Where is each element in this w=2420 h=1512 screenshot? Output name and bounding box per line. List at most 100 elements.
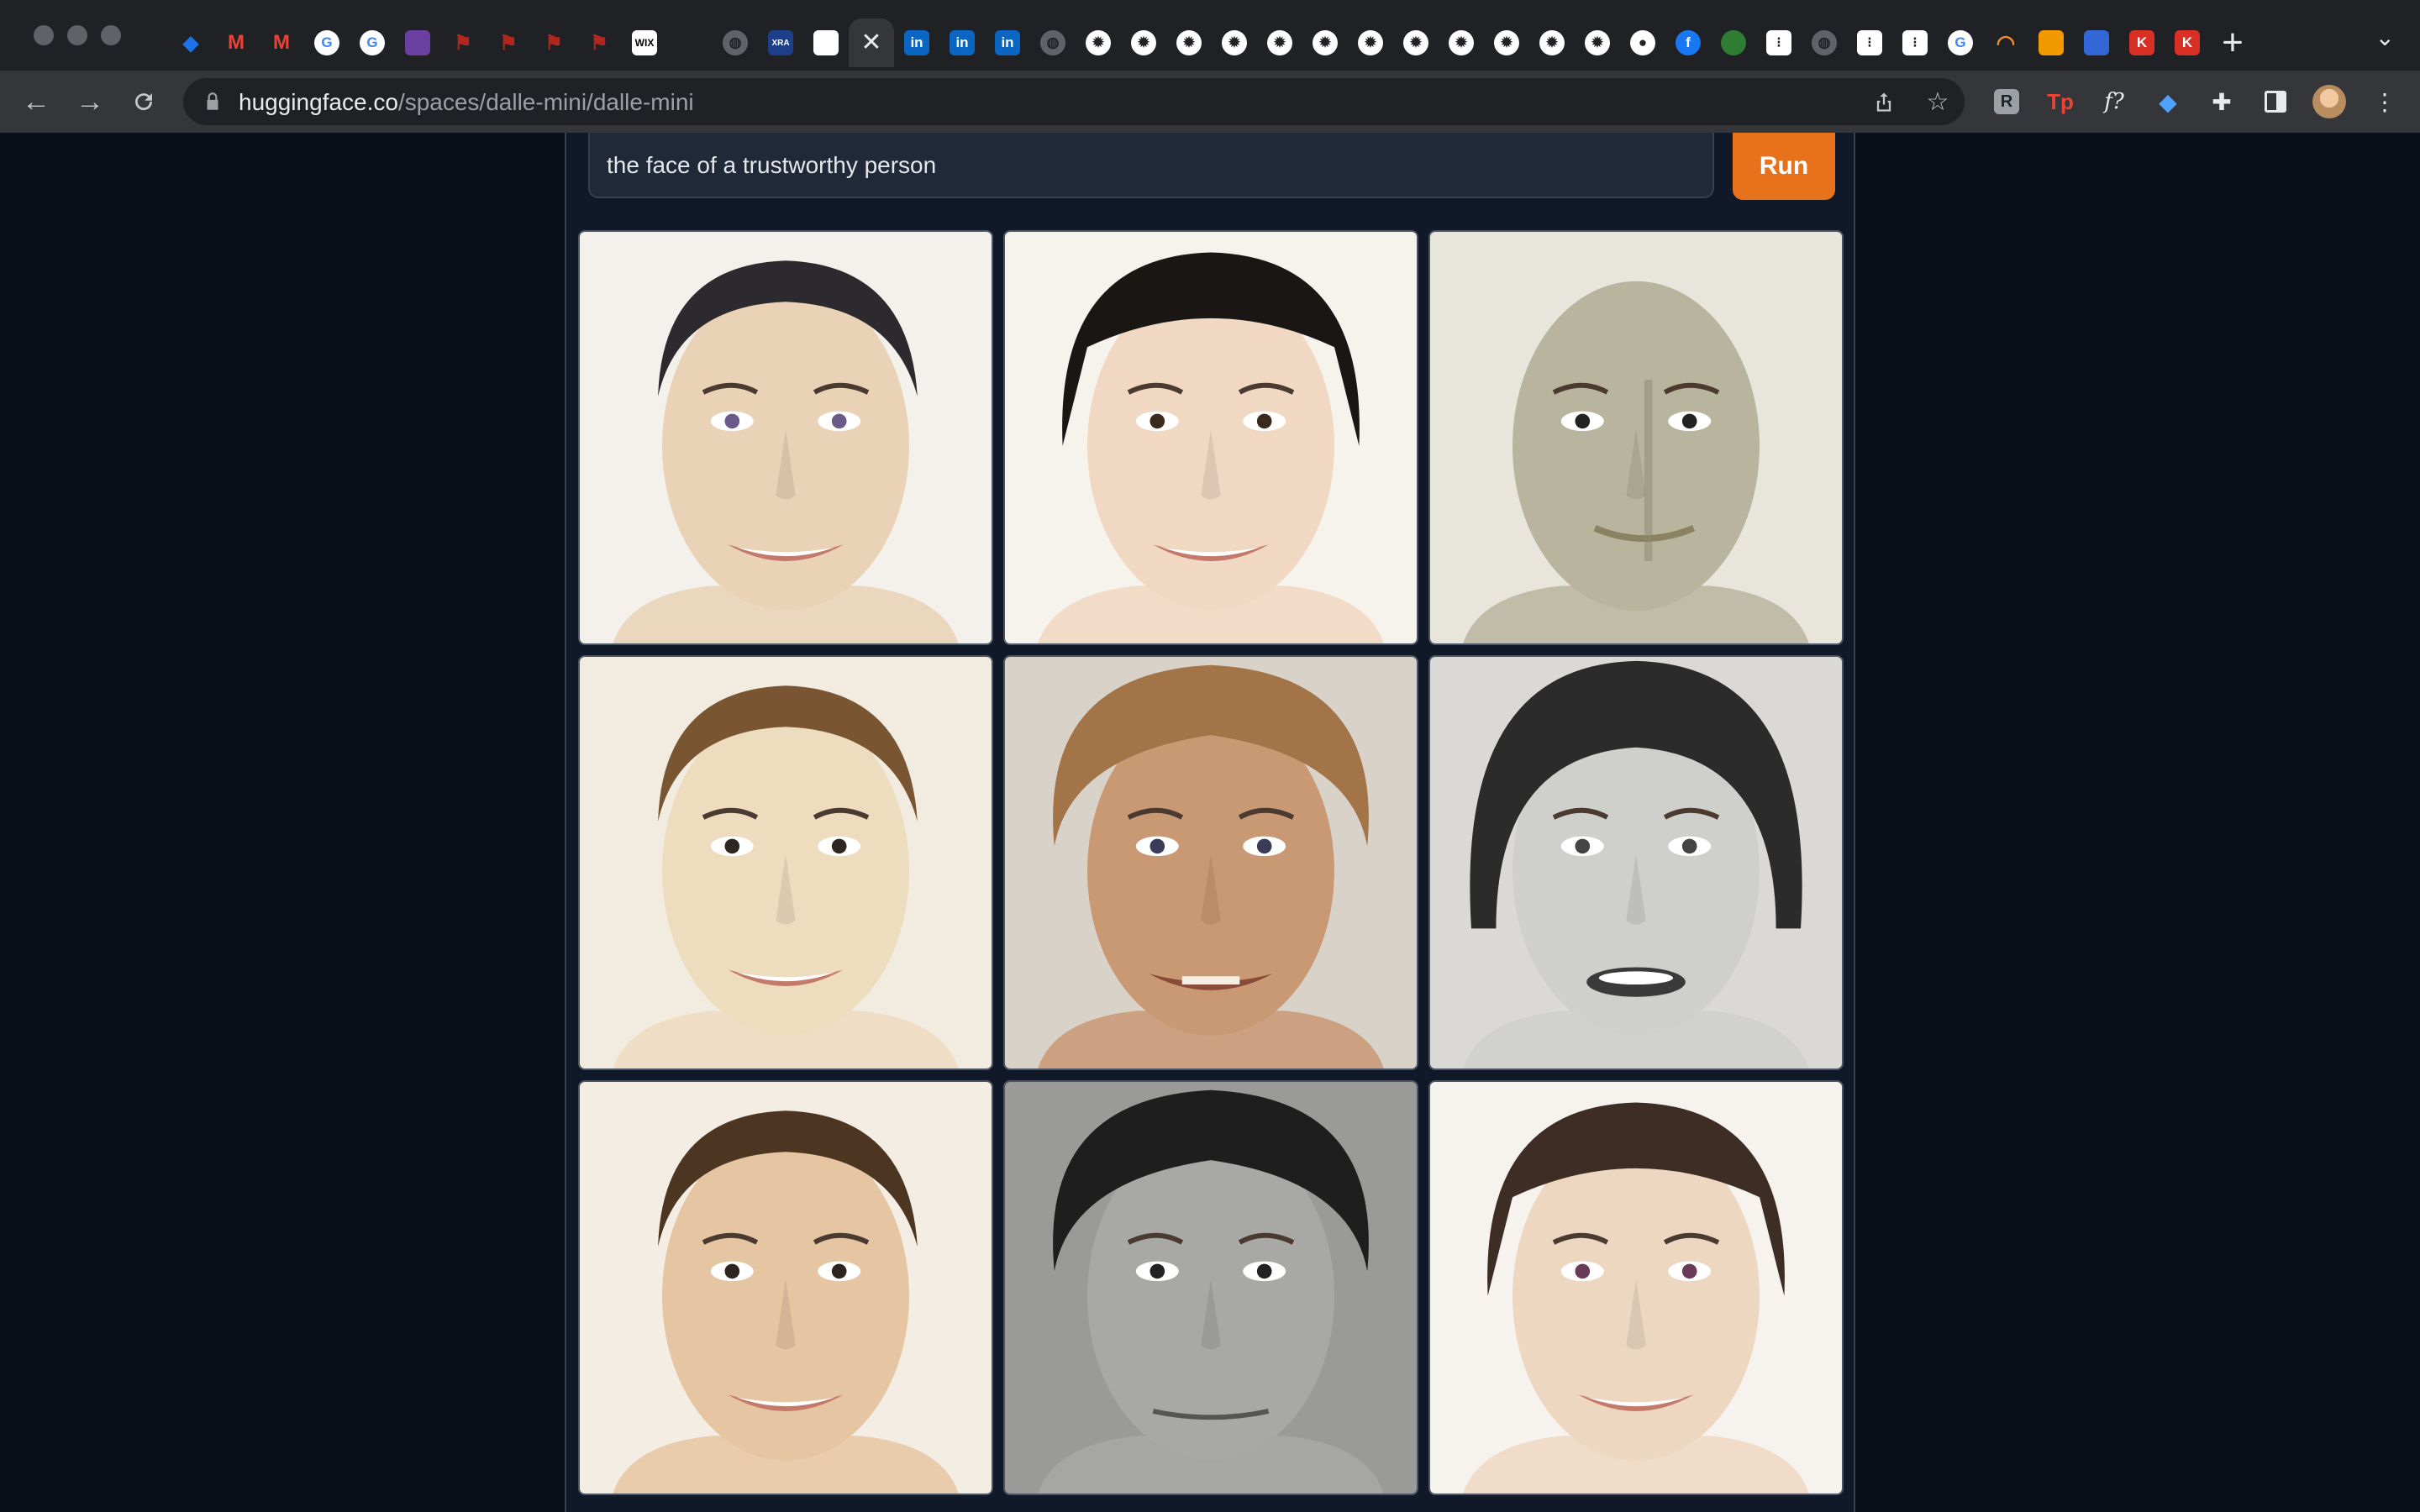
browser-tab[interactable]: ✹ <box>1166 18 1212 67</box>
address-bar[interactable]: huggingface.co/spaces/dalle-mini/dalle-m… <box>183 78 1965 125</box>
red-flag-icon: ⚑ <box>590 31 608 55</box>
browser-tab[interactable]: ✹ <box>1439 18 1484 67</box>
browser-tab[interactable]: ⚑ <box>531 18 576 67</box>
reload-button[interactable] <box>126 84 161 119</box>
minimize-window-button[interactable] <box>67 25 87 45</box>
diamond-icon: ◆ <box>182 31 199 55</box>
globe-icon: ◍ <box>723 30 748 55</box>
orange-arc-icon: ◠ <box>1996 30 2016 55</box>
close-icon[interactable]: ✕ <box>860 30 881 55</box>
face-illustration <box>580 232 992 643</box>
browser-tab[interactable]: M <box>259 18 304 67</box>
browser-tab[interactable]: ◠ <box>1983 18 2028 67</box>
gear-icon: ✹ <box>1449 30 1474 55</box>
run-button[interactable]: Run <box>1733 133 1835 200</box>
browser-tab[interactable]: ✹ <box>1076 18 1121 67</box>
browser-tab[interactable]: ✹ <box>1302 18 1348 67</box>
generated-image[interactable] <box>578 1080 993 1495</box>
browser-tab[interactable]: ✹ <box>1575 18 1620 67</box>
browser-tab[interactable]: ◍ <box>713 18 758 67</box>
browser-tab[interactable]: ⚑ <box>486 18 531 67</box>
diamond-ext-icon[interactable]: ◆ <box>2151 85 2185 118</box>
dots-icon: ⁝ <box>1902 30 1928 55</box>
browser-tab[interactable]: ◆ <box>168 18 213 67</box>
browser-tab[interactable]: ✹ <box>1529 18 1575 67</box>
generated-image[interactable] <box>1003 655 1418 1070</box>
google-icon: G <box>1948 30 1973 55</box>
window-controls <box>34 25 121 45</box>
linkedin-icon: in <box>950 30 975 55</box>
generated-image[interactable] <box>1428 1080 1844 1495</box>
browser-tab[interactable]: WIX <box>622 18 667 67</box>
back-button[interactable]: ← <box>18 84 54 119</box>
browser-tab[interactable] <box>1711 18 1756 67</box>
browser-tab[interactable]: K <box>2119 18 2165 67</box>
browser-tab[interactable]: ✹ <box>1484 18 1529 67</box>
browser-tab[interactable]: G <box>350 18 395 67</box>
browser-tab[interactable]: ✹ <box>1393 18 1439 67</box>
github-icon: ● <box>1630 30 1655 55</box>
browser-tab[interactable]: in <box>939 18 985 67</box>
generated-image[interactable] <box>1003 1080 1418 1495</box>
green-app-icon <box>1721 30 1746 55</box>
bookmark-star-icon[interactable]: ☆ <box>1923 87 1953 117</box>
generated-image[interactable] <box>1428 230 1844 645</box>
browser-tab[interactable]: f <box>1665 18 1711 67</box>
blank-tab-icon <box>677 30 702 55</box>
browser-tab[interactable]: ⁝ <box>1847 18 1892 67</box>
maximize-window-button[interactable] <box>101 25 121 45</box>
browser-tab[interactable]: ⚑ <box>440 18 486 67</box>
profile-avatar-icon[interactable] <box>2312 85 2346 118</box>
face-illustration <box>1430 1082 1842 1494</box>
browser-tab[interactable]: ⁝ <box>1756 18 1802 67</box>
google-icon: G <box>360 30 385 55</box>
kebab-menu-icon[interactable]: ⋮ <box>2368 85 2402 118</box>
facebook-icon: f <box>1676 30 1701 55</box>
red-flag-icon: ⚑ <box>454 31 472 55</box>
readwise-icon[interactable]: R <box>1990 85 2023 118</box>
generated-image[interactable] <box>1003 230 1418 645</box>
forward-button[interactable]: → <box>72 84 108 119</box>
browser-tab[interactable]: ✹ <box>1212 18 1257 67</box>
browser-tab[interactable] <box>667 18 713 67</box>
browser-tab[interactable]: ◍ <box>1030 18 1076 67</box>
face-illustration <box>1005 657 1417 1068</box>
puzzle-icon[interactable]: ✚ <box>2205 85 2238 118</box>
browser-tab[interactable]: ⁝ <box>1892 18 1938 67</box>
browser-tab[interactable]: ✹ <box>1257 18 1302 67</box>
browser-tab[interactable]: ✹ <box>1348 18 1393 67</box>
gmail-icon: M <box>228 31 245 54</box>
gear-icon: ✹ <box>1222 30 1247 55</box>
function-icon[interactable]: f? <box>2097 85 2131 118</box>
tp-icon[interactable]: Tp <box>2044 85 2077 118</box>
linkedin-icon: in <box>904 30 929 55</box>
browser-tab[interactable] <box>803 18 849 67</box>
browser-tab[interactable]: ◍ <box>1802 18 1847 67</box>
browser-tab[interactable]: M <box>213 18 259 67</box>
close-window-button[interactable] <box>34 25 54 45</box>
browser-tab[interactable]: XRA <box>758 18 803 67</box>
tab-search-chevron-icon[interactable]: ⌄ <box>2375 24 2395 51</box>
prompt-input[interactable]: the face of a trustworthy person <box>588 133 1714 198</box>
generated-image[interactable] <box>578 655 993 1070</box>
browser-tab[interactable]: in <box>985 18 1030 67</box>
generated-image[interactable] <box>1428 655 1844 1070</box>
share-icon[interactable] <box>1869 87 1899 117</box>
browser-tab[interactable]: ✹ <box>1121 18 1166 67</box>
browser-tab[interactable] <box>395 18 440 67</box>
face-illustration <box>580 657 992 1068</box>
sidepanel-icon[interactable] <box>2259 85 2292 118</box>
browser-tab[interactable]: G <box>1938 18 1983 67</box>
browser-tab[interactable]: K <box>2165 18 2210 67</box>
browser-tab[interactable] <box>2074 18 2119 67</box>
browser-tab[interactable]: ● <box>1620 18 1665 67</box>
new-tab-button[interactable]: + <box>2210 18 2255 67</box>
browser-tab[interactable]: in <box>894 18 939 67</box>
face-illustration <box>1430 232 1842 643</box>
generated-image[interactable] <box>578 230 993 645</box>
browser-tab[interactable]: ✕ <box>849 18 894 67</box>
browser-tab[interactable]: ⚑ <box>576 18 622 67</box>
face-illustration <box>1430 657 1842 1068</box>
browser-tab[interactable]: G <box>304 18 350 67</box>
browser-tab[interactable] <box>2028 18 2074 67</box>
